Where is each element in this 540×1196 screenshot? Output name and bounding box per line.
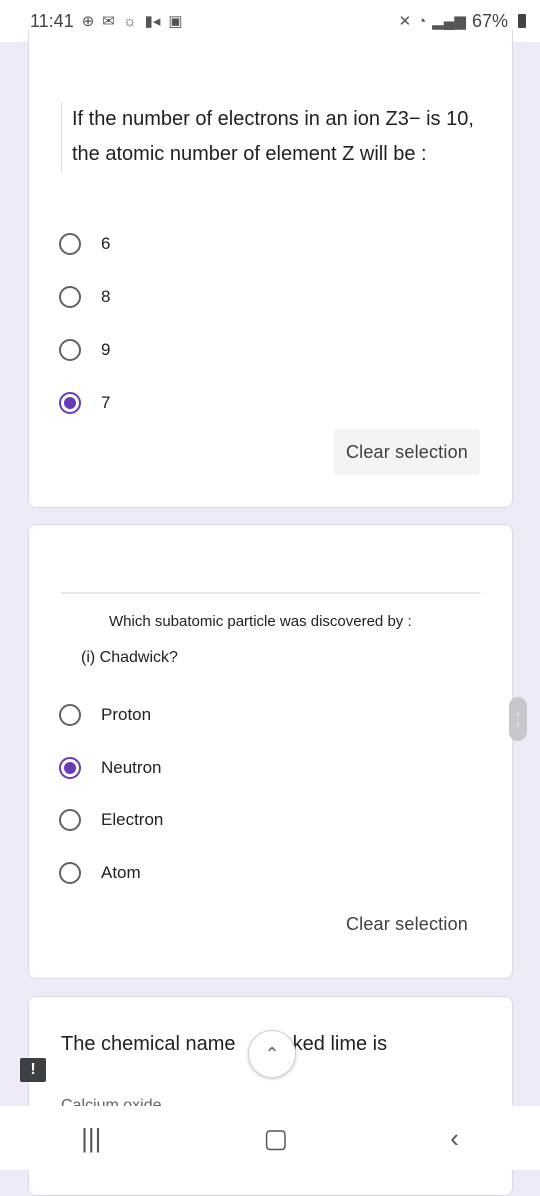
scroll-to-top-button[interactable]: ⌃: [248, 1030, 296, 1078]
radio-button[interactable]: [59, 339, 81, 361]
question-3-text-end: aked lime is: [281, 1033, 388, 1055]
option-label: 8: [101, 287, 111, 306]
option-label: 9: [101, 340, 111, 359]
clear-selection-button[interactable]: Clear selection: [333, 429, 480, 475]
question-2-title: Which subatomic particle was discovered …: [109, 613, 412, 630]
option-label: 6: [101, 234, 111, 253]
question-3-text-start: The chemical name: [61, 1033, 236, 1055]
option-label: Proton: [101, 705, 152, 724]
option-label: Neutron: [101, 758, 162, 777]
option-label: Electron: [101, 810, 164, 829]
signal-icon: ▂▄▆: [432, 13, 466, 30]
back-icon[interactable]: ‹: [450, 1123, 459, 1154]
wifi-icon: ◔: [417, 12, 427, 30]
scroll-handle[interactable]: ‹ ›: [509, 697, 527, 741]
question-2-subtitle: (i) Chadwick?: [81, 649, 178, 666]
chevron-up-icon: ⌃: [264, 1043, 280, 1064]
app-icon: ⊕: [81, 13, 95, 30]
weather-icon: ☼: [122, 12, 137, 30]
mute-icon: ✕: [398, 13, 412, 30]
q2-option-1[interactable]: Proton: [59, 704, 151, 726]
q2-option-3[interactable]: Electron: [59, 809, 163, 831]
option-label: Atom: [101, 863, 141, 882]
status-left: 11:41 ⊕ ✉ ☼ ▮◂ ▣: [30, 11, 183, 32]
exclamation-icon[interactable]: !: [20, 1058, 46, 1082]
gallery-icon: ▣: [168, 13, 183, 30]
recent-apps-icon[interactable]: |||: [81, 1123, 101, 1154]
radio-button-selected[interactable]: [59, 757, 81, 779]
question-card-1: If the number of electrons in an ion Z3−…: [28, 30, 513, 508]
video-icon: ▮◂: [144, 13, 161, 30]
status-time: 11:41: [30, 10, 74, 31]
chevron-down-icon: ›: [516, 719, 520, 729]
clear-selection-button[interactable]: Clear selection: [334, 901, 480, 947]
radio-button[interactable]: [59, 704, 81, 726]
radio-button-selected[interactable]: [59, 392, 81, 414]
radio-button[interactable]: [59, 233, 81, 255]
battery-percentage: 67%: [471, 10, 508, 31]
battery-icon: [518, 14, 526, 28]
status-right: ✕ ◔ ▂▄▆ 67%: [399, 11, 526, 32]
radio-button[interactable]: [59, 286, 81, 308]
q2-option-2[interactable]: Neutron: [59, 757, 161, 779]
q1-option-2[interactable]: 8: [59, 286, 110, 308]
notification-icon: ✉: [102, 13, 115, 30]
q1-option-1[interactable]: 6: [59, 233, 110, 255]
navigation-bar: ||| ▢ ‹: [0, 1106, 540, 1170]
q1-option-4[interactable]: 7: [59, 392, 110, 414]
q1-option-3[interactable]: 9: [59, 339, 110, 361]
divider: [61, 592, 481, 594]
radio-button[interactable]: [59, 862, 81, 884]
q2-option-4[interactable]: Atom: [59, 862, 141, 884]
option-label: 7: [101, 393, 111, 412]
home-icon[interactable]: ▢: [264, 1123, 289, 1154]
question-1-text: If the number of electrons in an ion Z3−…: [61, 102, 492, 172]
chevron-up-icon: ‹: [516, 709, 520, 719]
question-3-text: The chemical name aked lime is: [61, 1033, 387, 1056]
radio-button[interactable]: [59, 809, 81, 831]
question-card-2: Which subatomic particle was discovered …: [28, 524, 513, 979]
